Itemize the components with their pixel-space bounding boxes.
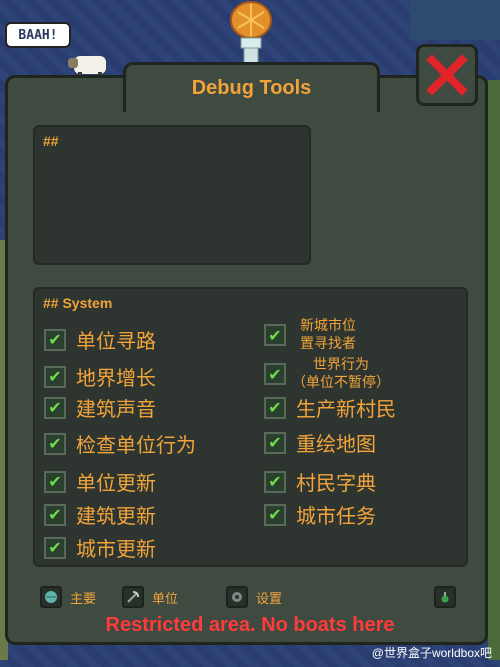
checkbox-checked-icon[interactable]: ✔ — [264, 363, 286, 385]
globe-icon — [40, 586, 62, 608]
tab-units[interactable]: 单位 — [122, 586, 178, 608]
tab-label: 设置 — [256, 591, 283, 607]
checkbox-checked-icon[interactable]: ✔ — [264, 324, 286, 346]
window-title-tab: Debug Tools — [123, 62, 380, 112]
checkbox-checked-icon[interactable]: ✔ — [44, 396, 66, 419]
option-villager-dictionary[interactable]: ✔ 村民字典 — [264, 467, 376, 496]
tab-label: 单位 — [152, 591, 179, 607]
checkbox-checked-icon[interactable]: ✔ — [44, 470, 66, 493]
close-x-icon — [426, 54, 468, 96]
top-info-box: ## — [33, 125, 311, 265]
option-label: 生产新村民 — [296, 397, 396, 421]
checkbox-checked-icon[interactable]: ✔ — [264, 503, 286, 526]
option-label: 新城市位 置寻找者 — [300, 318, 356, 352]
option-new-city-finder[interactable]: ✔ 新城市位 置寻找者 — [264, 317, 356, 353]
option-check-unit-behavior[interactable]: ✔ 检查单位行为 — [44, 429, 196, 458]
speech-bubble: BAAH! — [5, 22, 71, 48]
option-label: 检查单位行为 — [76, 433, 196, 457]
option-world-behavior[interactable]: ✔ 世界行为 （单位不暂停） — [264, 356, 390, 392]
option-label: 单位寻路 — [76, 329, 156, 353]
checkbox-checked-icon[interactable]: ✔ — [44, 536, 66, 559]
checkbox-checked-icon[interactable]: ✔ — [44, 432, 66, 455]
watermark: @世界盒子worldbox吧 — [371, 646, 492, 660]
checkbox-checked-icon[interactable]: ✔ — [264, 431, 286, 454]
checkbox-checked-icon[interactable]: ✔ — [44, 503, 66, 526]
tab-potion[interactable] — [434, 586, 456, 608]
checkbox-checked-icon[interactable]: ✔ — [44, 328, 66, 351]
option-label: 重绘地图 — [296, 432, 376, 456]
option-unit-update[interactable]: ✔ 单位更新 — [44, 467, 156, 496]
land-strip-right — [488, 80, 500, 660]
option-spawn-villagers[interactable]: ✔ 生产新村民 — [264, 393, 396, 422]
option-territory-growth[interactable]: ✔ 地界增长 — [44, 362, 156, 391]
option-building-sound[interactable]: ✔ 建筑声音 — [44, 393, 156, 422]
option-label: 地界增长 — [76, 366, 156, 390]
potion-icon — [434, 586, 456, 608]
option-label: 村民字典 — [296, 471, 376, 495]
option-label: 城市任务 — [296, 504, 376, 528]
option-city-update[interactable]: ✔ 城市更新 — [44, 533, 156, 562]
gear-icon — [226, 586, 248, 608]
pickaxe-icon — [122, 586, 144, 608]
status-message: Restricted area. No boats here — [105, 614, 395, 636]
option-city-tasks[interactable]: ✔ 城市任务 — [264, 500, 376, 529]
window-title: Debug Tools — [191, 77, 312, 99]
tab-settings[interactable]: 设置 — [226, 586, 282, 608]
checkbox-checked-icon[interactable]: ✔ — [264, 470, 286, 493]
system-header: ## System — [43, 295, 113, 311]
option-label: 建筑更新 — [76, 504, 156, 528]
close-button[interactable] — [416, 44, 478, 106]
checkbox-checked-icon[interactable]: ✔ — [44, 365, 66, 388]
option-building-update[interactable]: ✔ 建筑更新 — [44, 500, 156, 529]
option-redraw-map[interactable]: ✔ 重绘地图 — [264, 428, 376, 457]
option-label: 建筑声音 — [76, 397, 156, 421]
option-unit-pathfinding[interactable]: ✔ 单位寻路 — [44, 325, 156, 354]
top-box-header: ## — [43, 133, 59, 149]
trophy-icon — [230, 1, 272, 65]
option-label: 单位更新 — [76, 471, 156, 495]
tab-main[interactable]: 主要 — [40, 586, 96, 608]
land-patch-top-right — [410, 0, 500, 40]
option-label: 城市更新 — [76, 537, 156, 561]
checkbox-checked-icon[interactable]: ✔ — [264, 396, 286, 419]
tab-label: 主要 — [70, 591, 97, 607]
option-label: 世界行为 （单位不暂停） — [292, 357, 390, 391]
